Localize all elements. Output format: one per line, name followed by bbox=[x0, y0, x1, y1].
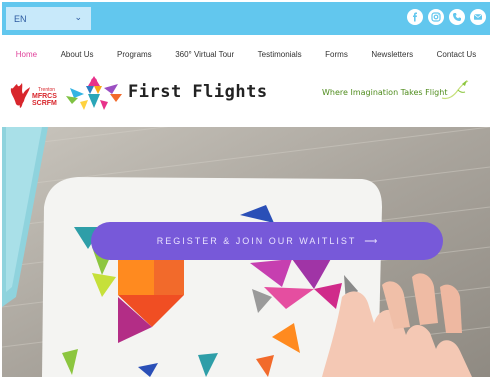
arrow-right-icon: ⟶ bbox=[364, 235, 378, 246]
nav-item-virtual-tour[interactable]: 360° Virtual Tour bbox=[175, 50, 234, 59]
language-selector[interactable]: EN ⌄ bbox=[6, 7, 91, 30]
nav-item-home[interactable]: Home bbox=[16, 50, 37, 59]
chevron-down-icon: ⌄ bbox=[74, 12, 82, 22]
register-waitlist-button[interactable]: REGISTER & JOIN OUR WAITLIST ⟶ bbox=[91, 222, 443, 260]
swoosh-icon bbox=[441, 80, 469, 100]
nav-item-testimonials[interactable]: Testimonials bbox=[258, 50, 302, 59]
nav-item-forms[interactable]: Forms bbox=[325, 50, 348, 59]
cta-label: REGISTER & JOIN OUR WAITLIST bbox=[156, 236, 357, 246]
social-links bbox=[407, 9, 486, 25]
top-bar: EN ⌄ bbox=[2, 2, 490, 35]
nav-item-newsletters[interactable]: Newsletters bbox=[371, 50, 413, 59]
instagram-icon[interactable] bbox=[428, 9, 444, 25]
header-logos: Trenton MFRCS SCRFM First Flights Where … bbox=[0, 68, 492, 122]
nav-item-programs[interactable]: Programs bbox=[117, 50, 152, 59]
facebook-icon[interactable] bbox=[407, 9, 423, 25]
nav-item-about-us[interactable]: About Us bbox=[61, 50, 94, 59]
language-value: EN bbox=[14, 13, 27, 24]
tagline: Where Imagination Takes Flight bbox=[322, 88, 448, 97]
mail-icon[interactable] bbox=[470, 9, 486, 25]
first-flights-mark[interactable] bbox=[64, 72, 124, 116]
mfrcs-logo[interactable]: Trenton MFRCS SCRFM bbox=[8, 74, 60, 116]
main-nav: Home About Us Programs 360° Virtual Tour… bbox=[0, 44, 492, 64]
brand-name: First Flights bbox=[128, 82, 268, 102]
phone-icon[interactable] bbox=[449, 9, 465, 25]
logo-text-mfrcs: MFRCS bbox=[32, 93, 57, 100]
nav-item-contact-us[interactable]: Contact Us bbox=[437, 50, 477, 59]
logo-text-scrfm: SCRFM bbox=[32, 100, 57, 107]
